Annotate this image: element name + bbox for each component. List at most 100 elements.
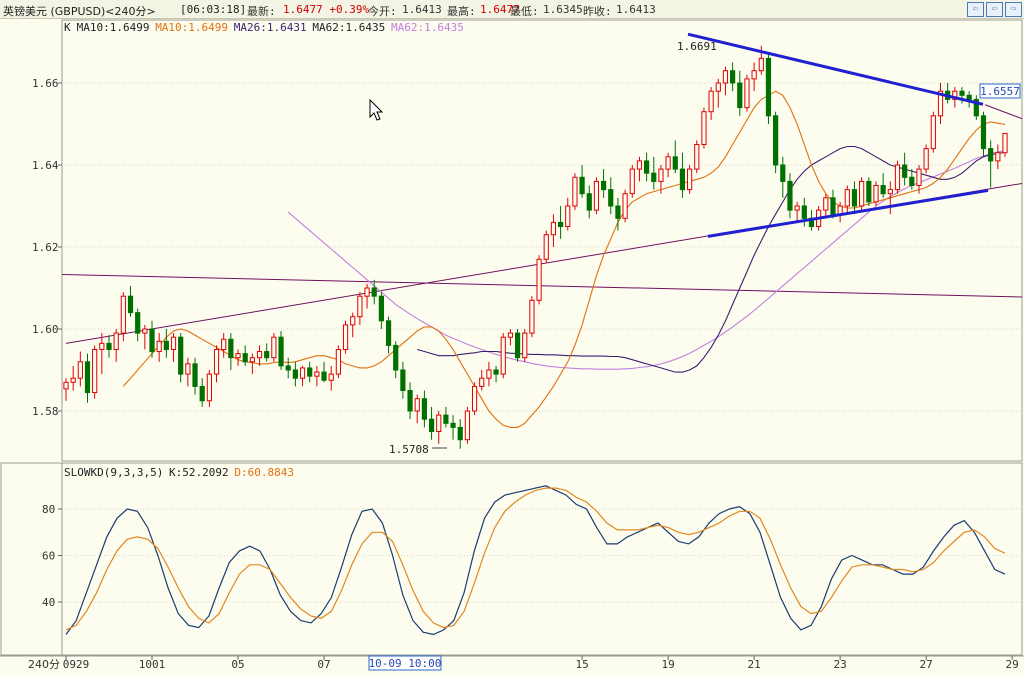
x-tick-label: 1001 [139,658,166,671]
candle-body [292,369,298,379]
candle-body [565,205,571,227]
candle-body [457,426,463,441]
candle-body [708,90,714,113]
candle-body [242,353,248,363]
candle-body [342,324,349,350]
main-legend-item-4: MA62:1.6435 [312,21,385,34]
candle-body [264,351,270,359]
candle-body [285,365,291,371]
candle-body [299,367,306,379]
candle-body [1002,132,1008,154]
candle-body [271,336,277,359]
mouse-pointer-icon [369,98,384,121]
sub-y-tick-label: 80 [42,503,55,516]
candle-body [615,205,621,219]
candle-body [801,205,807,219]
candle-body [314,371,320,377]
candle-body [414,398,420,412]
sub-plot-frame [61,462,1023,656]
candle-body [579,176,585,195]
sub-legend-item-2: D:60.8843 [234,466,294,479]
candle-body [923,148,929,170]
candle-body [321,371,327,381]
price-tag-label: 1.6557 [980,85,1020,98]
main-y-tick-label: 1.64 [32,159,59,172]
x-tick-label: 0929 [63,658,90,671]
candle-body [471,385,478,412]
candle-body [672,156,678,170]
candle-body [199,385,205,402]
candle-body [622,193,628,219]
candle-body [894,164,901,191]
candle-body [651,172,657,182]
candle-body [536,258,542,301]
candle-body [722,70,729,84]
x-tick-label: 05 [231,658,244,671]
candle-body [529,299,535,334]
candle-body [135,312,141,334]
candle-body [959,90,965,96]
candle-body [328,373,334,381]
candle-body [522,332,528,359]
candle-body [464,410,471,441]
candle-body [335,349,341,375]
high-price-label: 1.6691 [677,40,717,53]
candle-body [99,342,105,351]
cursor-date-label: 10-09 10:00 [369,657,442,670]
candle-body [887,189,893,195]
main-legend-item-5: MA62:1.6435 [391,21,464,34]
candle-body [63,381,69,390]
candle-body [77,361,83,379]
candle-body [629,168,635,195]
candle-body [916,168,922,187]
candle-body [988,148,994,162]
candle-body [450,422,456,428]
candle-body [543,234,549,260]
candle-body [185,363,191,375]
candle-body [192,363,198,387]
stock-chart[interactable]: 1.581.601.621.641.6640608009291001050709… [0,0,1024,676]
main-legend-item-3: MA26:1.6431 [234,21,307,34]
candle-body [221,338,227,350]
candle-body [644,160,650,174]
candle-body [479,377,485,387]
candle-body [830,197,836,215]
candle-body [486,369,492,379]
candle-body [385,320,392,346]
candle-body [780,164,786,182]
candle-body [507,332,514,338]
candle-body [844,189,850,207]
candle-body [866,180,872,203]
candle-body [593,180,600,211]
candle-body [106,342,112,351]
candle-body [701,111,707,145]
candle-body [493,369,499,375]
candle-body [156,340,162,353]
candle-body [658,168,664,182]
candle-body [113,332,119,351]
main-legend-item-2: MA10:1.6499 [155,21,228,34]
candle-body [163,340,169,350]
candle-body [357,295,363,318]
candle-body [823,197,829,211]
candle-body [765,57,772,117]
candle-body [421,398,427,420]
candle-body [228,338,234,359]
candle-body [170,336,177,351]
sub-y-tick-label: 40 [42,596,55,609]
candle-body [995,152,1001,162]
candle-body [514,332,521,359]
candle-body [206,373,212,402]
x-tick-label: 21 [747,658,760,671]
slowkd-k-line [65,485,1006,636]
candle-body [851,189,858,207]
candle-body [278,336,284,367]
ma10-line [122,90,1006,428]
candle-body [249,357,255,363]
x-tick-label: 23 [834,658,847,671]
candle-body [744,78,750,109]
candle-body [550,221,557,236]
candle-body [980,115,987,150]
candle-body [149,328,155,353]
candle-body [178,336,184,375]
